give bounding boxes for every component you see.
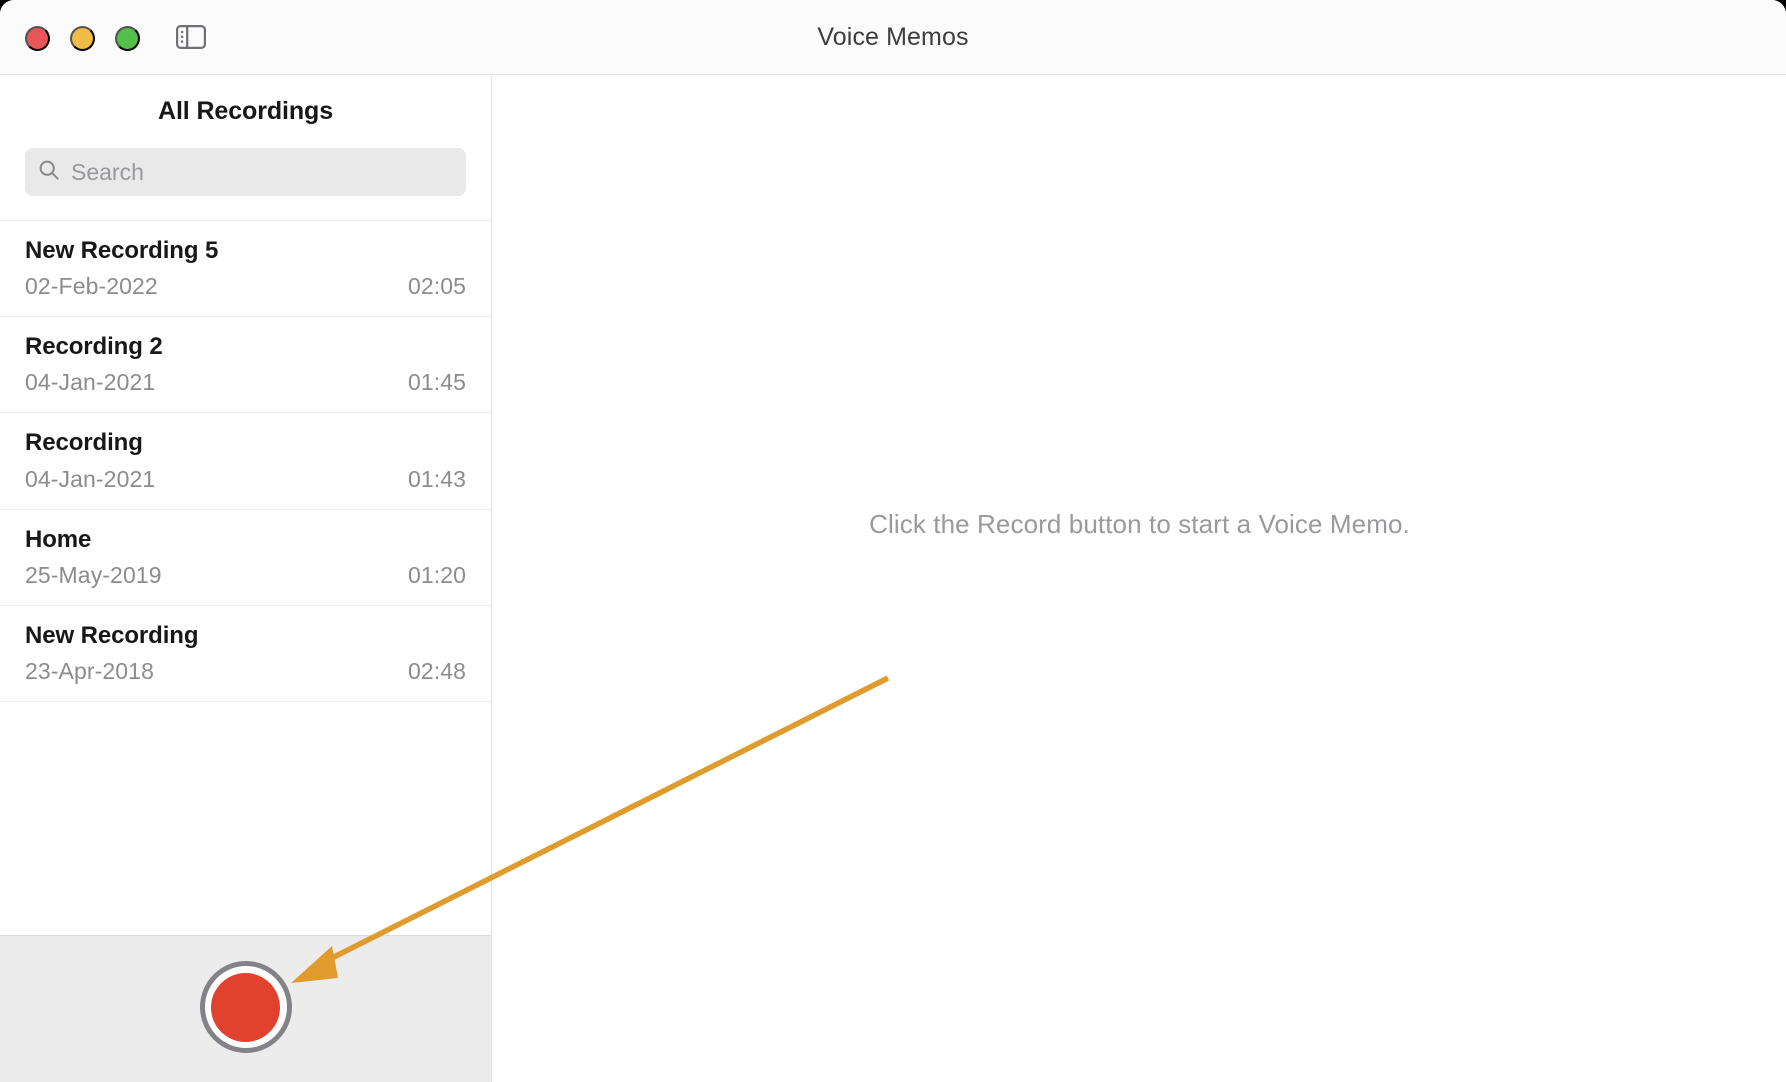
title-bar: Voice Memos — [0, 0, 1786, 75]
recording-date: 23-Apr-2018 — [25, 658, 154, 685]
voice-memos-window: Voice Memos All Recordings New Recording… — [0, 0, 1786, 1082]
recording-duration: 01:20 — [408, 562, 466, 589]
recording-duration: 02:05 — [408, 273, 466, 300]
recording-meta: 04-Jan-2021 01:45 — [25, 369, 466, 396]
recording-date: 04-Jan-2021 — [25, 369, 155, 396]
recording-meta: 23-Apr-2018 02:48 — [25, 658, 466, 685]
empty-state-message: Click the Record button to start a Voice… — [493, 76, 1786, 1082]
recording-date: 02-Feb-2022 — [25, 273, 158, 300]
recording-title: New Recording 5 — [25, 235, 466, 266]
recording-list-item[interactable]: New Recording 23-Apr-2018 02:48 — [0, 605, 491, 702]
search-icon — [37, 158, 61, 187]
recording-list-item[interactable]: Home 25-May-2019 01:20 — [0, 509, 491, 605]
recording-title: Recording — [25, 427, 466, 458]
sidebar-header-title: All Recordings — [0, 76, 491, 138]
window-title: Voice Memos — [0, 0, 1786, 75]
recording-list: New Recording 5 02-Feb-2022 02:05 Record… — [0, 220, 491, 702]
recording-date: 25-May-2019 — [25, 562, 162, 589]
recording-list-item[interactable]: Recording 2 04-Jan-2021 01:45 — [0, 316, 491, 412]
search-field[interactable] — [25, 148, 466, 196]
recording-list-item[interactable]: Recording 04-Jan-2021 01:43 — [0, 412, 491, 508]
sidebar: All Recordings New Recording 5 02-Feb-20… — [0, 76, 492, 1082]
search-input[interactable] — [71, 159, 454, 186]
sidebar-footer-toolbar — [0, 935, 491, 1082]
record-button-inner-circle — [211, 973, 280, 1042]
detail-pane: Click the Record button to start a Voice… — [493, 76, 1786, 1082]
recording-list-item[interactable]: New Recording 5 02-Feb-2022 02:05 — [0, 220, 491, 316]
recording-date: 04-Jan-2021 — [25, 466, 155, 493]
recording-title: New Recording — [25, 620, 466, 651]
search-container — [0, 138, 491, 196]
recording-duration: 01:43 — [408, 466, 466, 493]
recording-title: Recording 2 — [25, 331, 466, 362]
recording-duration: 01:45 — [408, 369, 466, 396]
record-button[interactable] — [200, 961, 292, 1053]
recording-meta: 25-May-2019 01:20 — [25, 562, 466, 589]
recording-title: Home — [25, 524, 466, 555]
recording-duration: 02:48 — [408, 658, 466, 685]
recording-meta: 04-Jan-2021 01:43 — [25, 466, 466, 493]
recording-meta: 02-Feb-2022 02:05 — [25, 273, 466, 300]
